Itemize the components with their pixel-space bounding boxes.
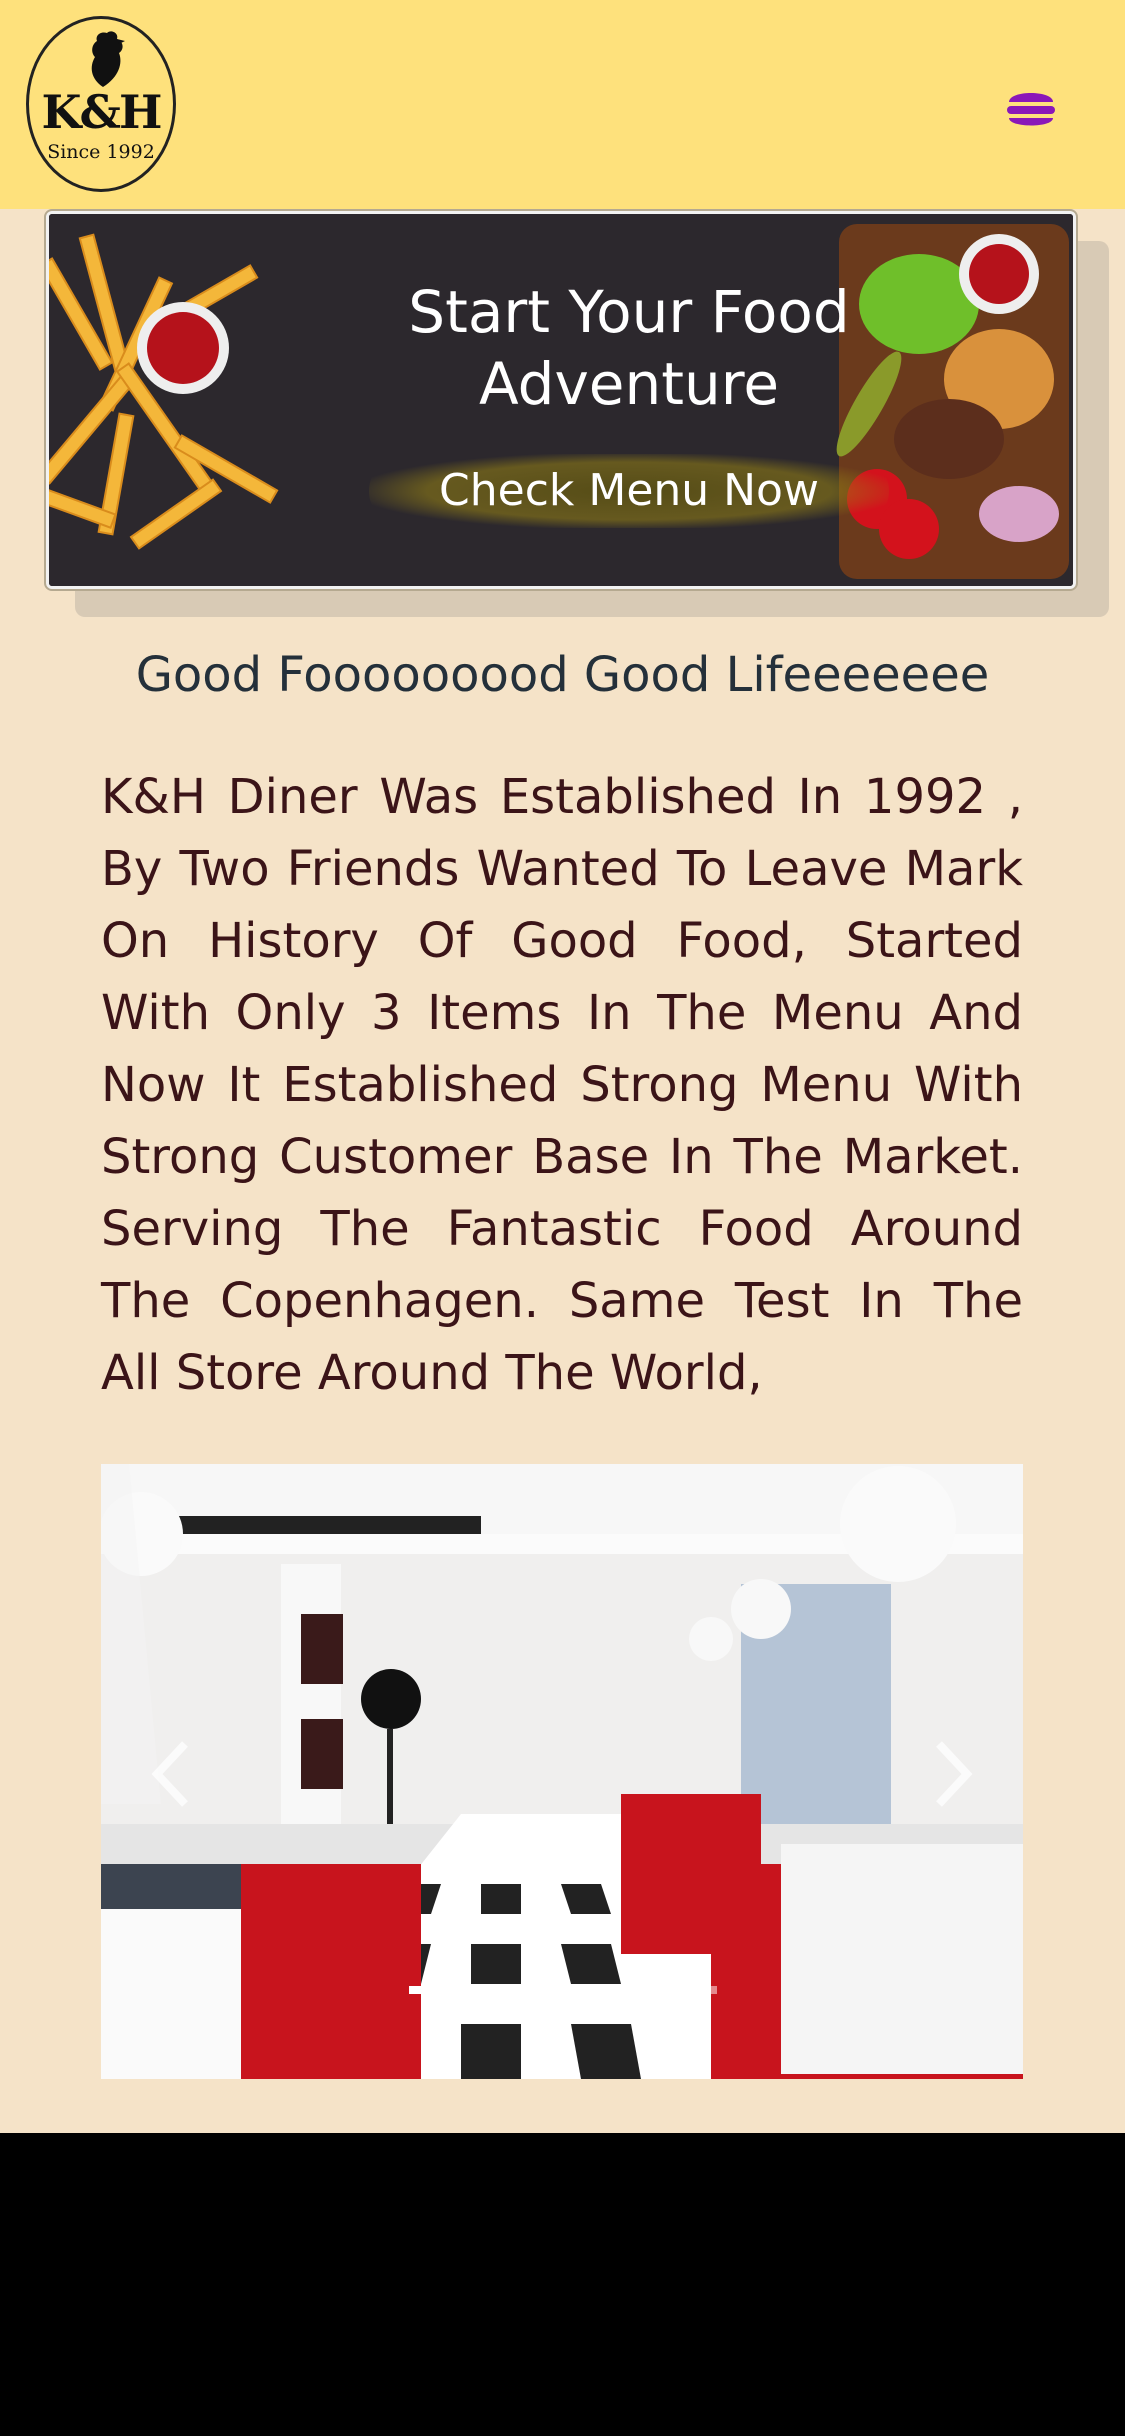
logo-text: K&H (41, 85, 163, 139)
carousel-indicators (409, 1986, 717, 1994)
menu-button[interactable] (1005, 84, 1057, 134)
logo-subtext: Since 1992 (47, 141, 155, 163)
header: K&H Since 1992 (0, 0, 1125, 209)
carousel-prev-button[interactable] (141, 1734, 201, 1814)
about-paragraph: K&H Diner Was Established In 1992 , By T… (101, 769, 1023, 1401)
main-content: Start Your Food Adventure Check Menu Now… (0, 209, 1125, 2133)
check-menu-button[interactable]: Check Menu Now (369, 454, 889, 528)
carousel-indicator-1[interactable] (409, 1986, 497, 1994)
banner-title: Start Your Food Adventure (299, 276, 959, 420)
hamburger-icon (1007, 93, 1055, 126)
logo[interactable]: K&H Since 1992 (26, 16, 176, 192)
chevron-right-icon (936, 1741, 973, 1807)
carousel-indicator-2[interactable] (519, 1986, 607, 1994)
hero-banner[interactable]: Start Your Food Adventure Check Menu Now (44, 209, 1078, 591)
tagline: Good Fooooooood Good Lifeeeeeee (135, 647, 990, 703)
rooster-logo-icon (91, 31, 125, 87)
carousel-indicator-3[interactable] (629, 1986, 717, 1994)
chevron-left-icon (151, 1741, 188, 1807)
banner-title-line2: Adventure (479, 350, 779, 418)
banner-title-line1: Start Your Food (408, 278, 850, 346)
carousel-next-button[interactable] (923, 1734, 983, 1814)
